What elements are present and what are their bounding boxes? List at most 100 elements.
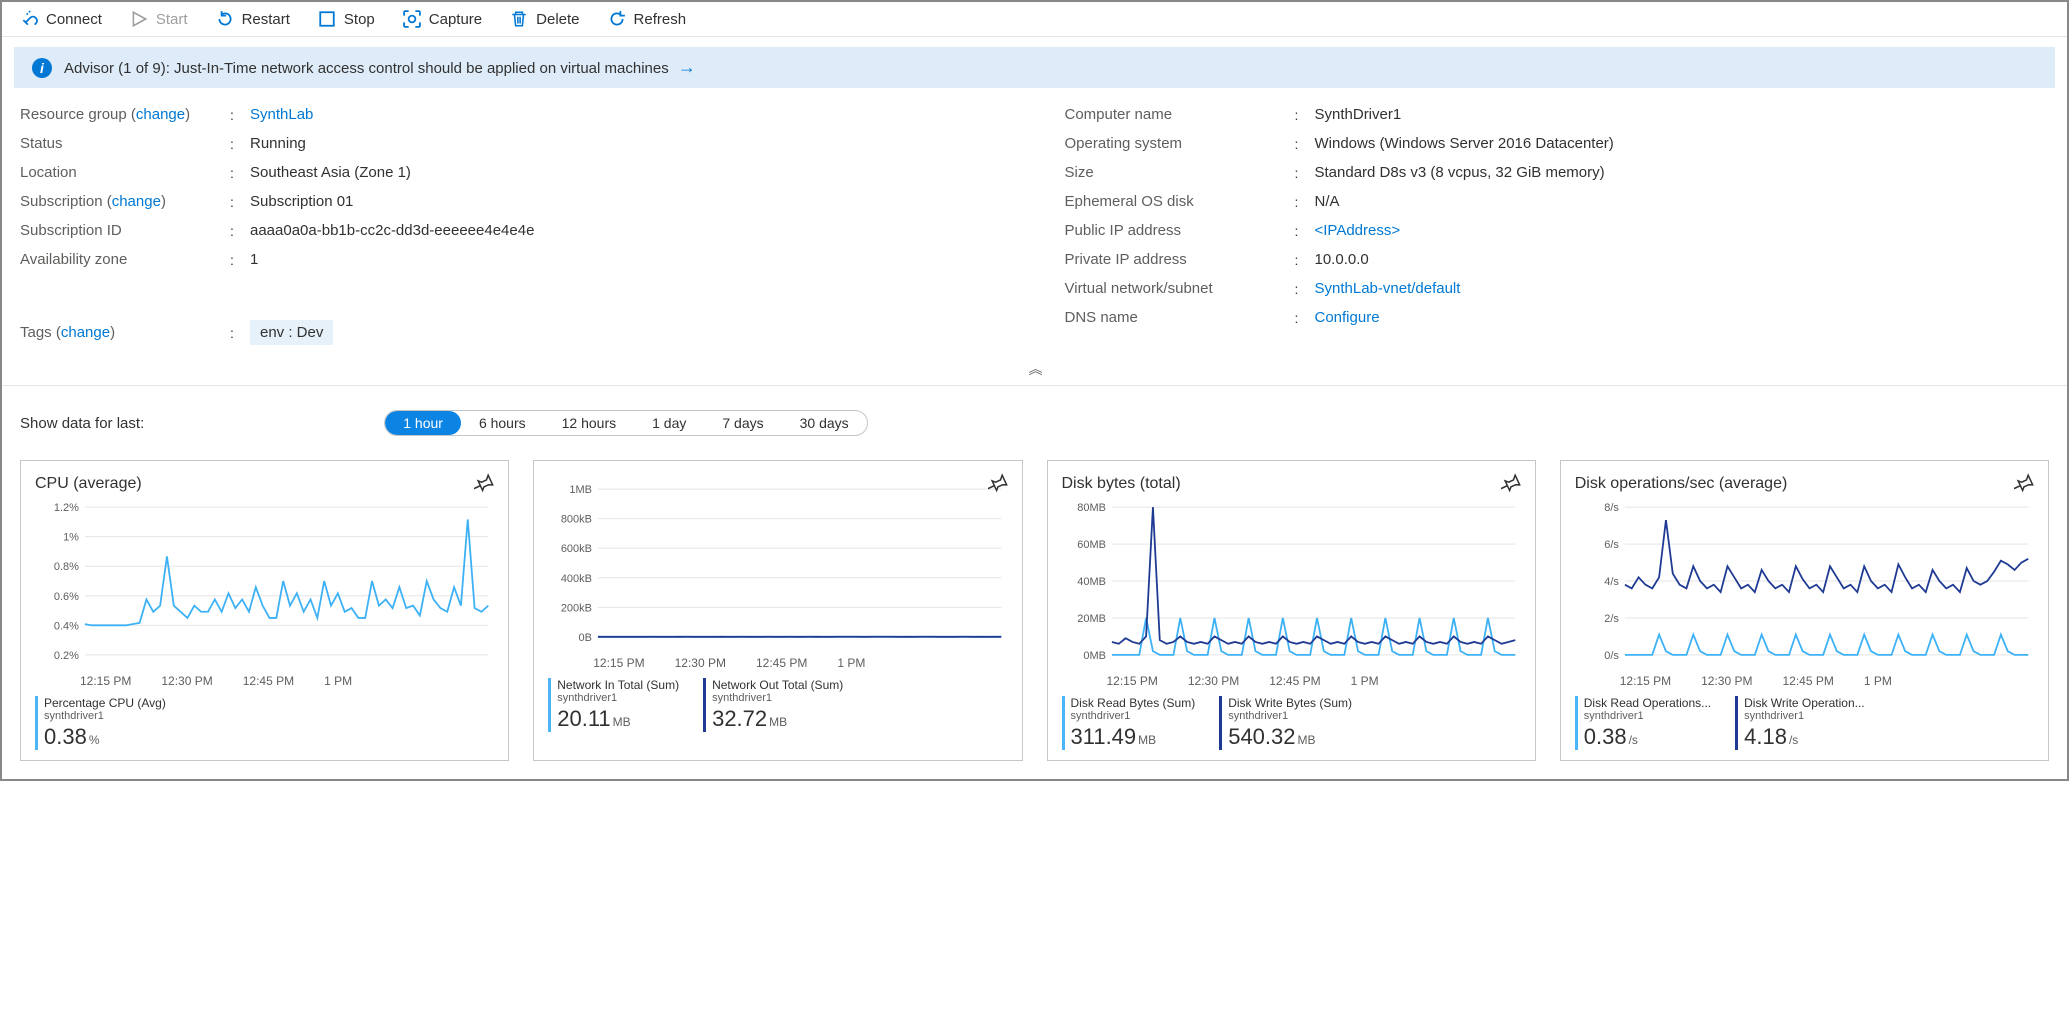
advisor-arrow-icon[interactable]: → xyxy=(673,57,696,77)
status-label: Status xyxy=(20,135,230,152)
public-ip-label: Public IP address xyxy=(1065,222,1295,239)
connect-icon xyxy=(20,10,38,28)
chart-title: CPU (average) xyxy=(35,475,494,493)
change-subscription-link[interactable]: change xyxy=(112,193,161,210)
svg-text:800kB: 800kB xyxy=(561,514,592,526)
vnet-label: Virtual network/subnet xyxy=(1065,280,1295,297)
x-axis-ticks: 12:15 PM12:30 PM12:45 PM1 PM xyxy=(1062,674,1521,688)
x-axis-ticks: 12:15 PM12:30 PM12:45 PM1 PM xyxy=(1575,674,2034,688)
svg-text:40MB: 40MB xyxy=(1077,576,1106,588)
svg-text:6/s: 6/s xyxy=(1604,539,1619,551)
chart-stat: Percentage CPU (Avg) synthdriver1 0.38% xyxy=(35,696,166,750)
refresh-label: Refresh xyxy=(634,11,687,28)
vnet-link[interactable]: SynthLab-vnet/default xyxy=(1315,280,1461,297)
time-range-6-hours[interactable]: 6 hours xyxy=(461,411,544,435)
restart-icon xyxy=(216,10,234,28)
chart-title: Disk bytes (total) xyxy=(1062,475,1521,493)
chart-card: CPU (average)0.2%0.4%0.6%0.8%1%1.2%12:15… xyxy=(20,460,509,761)
chart-stat: Disk Read Operations... synthdriver1 0.3… xyxy=(1575,696,1711,750)
availability-zone-label: Availability zone xyxy=(20,251,230,268)
public-ip-link[interactable]: <IPAddress> xyxy=(1315,222,1401,239)
info-icon: i xyxy=(32,58,52,78)
svg-text:4/s: 4/s xyxy=(1604,576,1619,588)
subscription-id-value: aaaa0a0a-bb1b-cc2c-dd3d-eeeeee4e4e4e xyxy=(240,222,1005,239)
chart-stat: Disk Write Operation... synthdriver1 4.1… xyxy=(1735,696,1864,750)
chart-plot: 0MB 20MB 40MB 60MB 80MB xyxy=(1062,499,1521,669)
chart-card: 0B200kB400kB600kB800kB1MB12:15 PM12:30 P… xyxy=(533,460,1022,761)
private-ip-value: 10.0.0.0 xyxy=(1305,251,2050,268)
private-ip-label: Private IP address xyxy=(1065,251,1295,268)
subscription-label: Subscription (change) xyxy=(20,193,230,210)
pin-icon[interactable] xyxy=(2014,473,2034,496)
charts-grid: CPU (average)0.2%0.4%0.6%0.8%1%1.2%12:15… xyxy=(2,448,2067,779)
ephemeral-disk-label: Ephemeral OS disk xyxy=(1065,193,1295,210)
os-value: Windows (Windows Server 2016 Datacenter) xyxy=(1305,135,2050,152)
delete-button[interactable]: Delete xyxy=(510,10,579,28)
location-label: Location xyxy=(20,164,230,181)
pin-icon[interactable] xyxy=(474,473,494,496)
x-axis-ticks: 12:15 PM12:30 PM12:45 PM1 PM xyxy=(35,674,494,688)
show-data-label: Show data for last: xyxy=(20,415,144,432)
restart-button[interactable]: Restart xyxy=(216,10,290,28)
svg-text:20MB: 20MB xyxy=(1077,613,1106,625)
connect-label: Connect xyxy=(46,11,102,28)
chart-plot: 0B200kB400kB600kB800kB1MB xyxy=(548,481,1007,651)
svg-text:200kB: 200kB xyxy=(561,602,592,614)
availability-zone-value: 1 xyxy=(240,251,1005,268)
advisor-text: Advisor (1 of 9): Just-In-Time network a… xyxy=(64,57,696,78)
svg-text:8/s: 8/s xyxy=(1604,502,1619,514)
svg-text:600kB: 600kB xyxy=(561,543,592,555)
chart-card: Disk operations/sec (average)0/s2/s4/s6/… xyxy=(1560,460,2049,761)
capture-icon xyxy=(403,10,421,28)
dns-configure-link[interactable]: Configure xyxy=(1315,309,1380,326)
subscription-link[interactable]: Subscription 01 xyxy=(250,193,353,210)
computer-name-value: SynthDriver1 xyxy=(1305,106,2050,123)
ephemeral-disk-value: N/A xyxy=(1305,193,2050,210)
change-resource-group-link[interactable]: change xyxy=(136,106,185,123)
svg-text:0.4%: 0.4% xyxy=(54,620,79,632)
chart-stat: Network Out Total (Sum) synthdriver1 32.… xyxy=(703,678,843,732)
svg-text:0.8%: 0.8% xyxy=(54,561,79,573)
refresh-button[interactable]: Refresh xyxy=(608,10,687,28)
x-axis-ticks: 12:15 PM12:30 PM12:45 PM1 PM xyxy=(548,656,1007,670)
chart-stat: Disk Read Bytes (Sum) synthdriver1 311.4… xyxy=(1062,696,1196,750)
time-range-12-hours[interactable]: 12 hours xyxy=(544,411,634,435)
subscription-id-label: Subscription ID xyxy=(20,222,230,239)
collapse-essentials-button[interactable]: ︽ xyxy=(2,359,2067,385)
svg-text:2/s: 2/s xyxy=(1604,613,1619,625)
change-tags-link[interactable]: change xyxy=(61,324,110,341)
svg-text:1MB: 1MB xyxy=(570,484,593,496)
location-value: Southeast Asia (Zone 1) xyxy=(240,164,1005,181)
svg-text:0B: 0B xyxy=(579,632,592,644)
capture-button[interactable]: Capture xyxy=(403,10,482,28)
chart-card: Disk bytes (total) 0MB 20MB 40MB 60MB 80MB 12:… xyxy=(1047,460,1536,761)
chart-plot: 0.2%0.4%0.6%0.8%1%1.2% xyxy=(35,499,494,669)
time-range-1-hour[interactable]: 1 hour xyxy=(385,411,461,435)
time-range-30-days[interactable]: 30 days xyxy=(782,411,867,435)
advisor-banner[interactable]: i Advisor (1 of 9): Just-In-Time network… xyxy=(14,47,2055,88)
svg-text:80MB: 80MB xyxy=(1077,502,1106,514)
connect-button[interactable]: Connect xyxy=(20,10,102,28)
resource-group-label: Resource group (change) xyxy=(20,106,230,123)
pin-icon[interactable] xyxy=(988,473,1008,496)
stop-icon xyxy=(318,10,336,28)
status-value: Running xyxy=(240,135,1005,152)
dns-label: DNS name xyxy=(1065,309,1295,326)
tag-pill[interactable]: env : Dev xyxy=(250,320,333,345)
delete-icon xyxy=(510,10,528,28)
start-label: Start xyxy=(156,11,188,28)
delete-label: Delete xyxy=(536,11,579,28)
resource-group-link[interactable]: SynthLab xyxy=(250,106,313,123)
time-range-7-days[interactable]: 7 days xyxy=(704,411,781,435)
chart-stat: Disk Write Bytes (Sum) synthdriver1 540.… xyxy=(1219,696,1352,750)
pin-icon[interactable] xyxy=(1501,473,1521,496)
computer-name-label: Computer name xyxy=(1065,106,1295,123)
time-range-1-day[interactable]: 1 day xyxy=(634,411,704,435)
command-bar: Connect Start Restart Stop Capture Delet… xyxy=(2,2,2067,37)
start-icon xyxy=(130,10,148,28)
stop-button[interactable]: Stop xyxy=(318,10,375,28)
restart-label: Restart xyxy=(242,11,290,28)
svg-text:60MB: 60MB xyxy=(1077,539,1106,551)
svg-text:0MB: 0MB xyxy=(1083,650,1106,662)
svg-text:1%: 1% xyxy=(63,532,79,544)
